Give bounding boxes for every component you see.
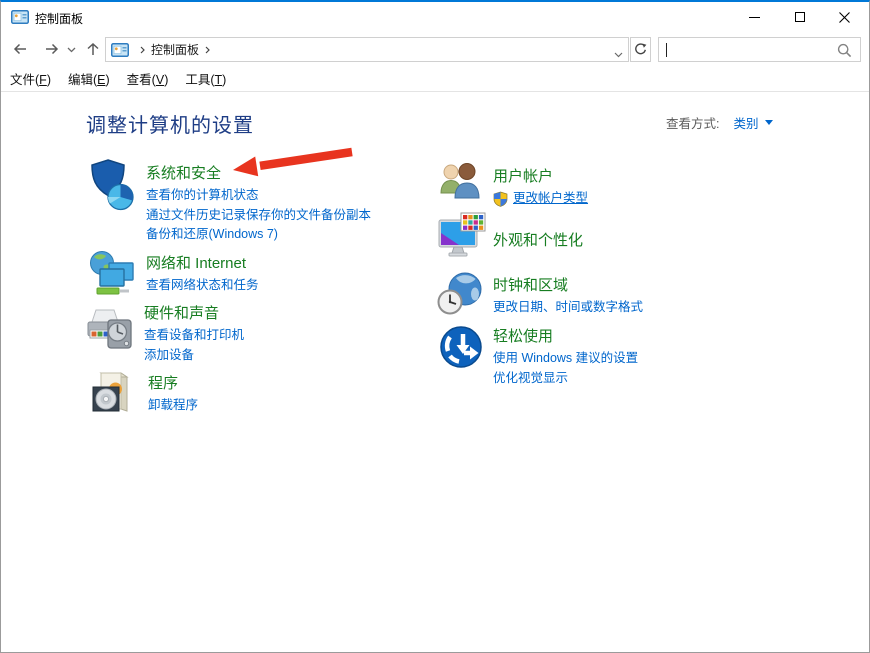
search-input[interactable] xyxy=(667,38,834,61)
address-dropdown-icon[interactable] xyxy=(614,47,623,61)
category-title-link[interactable]: 外观和个性化 xyxy=(493,229,583,250)
category-title-link[interactable]: 时钟和区域 xyxy=(493,274,643,295)
control-panel-icon xyxy=(111,43,129,57)
breadcrumb-chevron-icon[interactable] xyxy=(140,46,145,54)
category-clock-and-region: 时钟和区域 更改日期、时间或数字格式 xyxy=(437,270,643,323)
up-icon[interactable] xyxy=(85,42,101,57)
uac-shield-icon xyxy=(493,191,508,207)
window-title: 控制面板 xyxy=(35,10,83,27)
category-ease-of-access: 轻松使用 使用 Windows 建议的设置 优化视觉显示 xyxy=(437,323,638,388)
menu-label-part: ) xyxy=(164,73,168,87)
control-panel-home: 调整计算机的设置 查看方式: 类别 系统和安全 查看你的计算机状态 通过文件历史… xyxy=(1,92,869,652)
ease-of-access-icon[interactable] xyxy=(437,323,483,388)
task-link[interactable]: 通过文件历史记录保存你的文件备份副本 xyxy=(146,206,371,226)
minimize-icon xyxy=(749,17,760,18)
search-icon[interactable] xyxy=(837,43,852,58)
menu-tools[interactable]: 工具(T) xyxy=(185,69,226,88)
menu-file[interactable]: 文件(F) xyxy=(10,69,51,88)
close-icon xyxy=(839,12,850,23)
close-button[interactable] xyxy=(822,2,867,32)
menu-edit[interactable]: 编辑(E) xyxy=(68,69,110,88)
task-link[interactable]: 卸载程序 xyxy=(148,396,198,416)
control-panel-window: 控制面板 xyxy=(0,0,870,653)
category-programs: 程序 卸载程序 xyxy=(89,369,198,424)
category-title-link[interactable]: 程序 xyxy=(148,372,198,393)
address-bar[interactable]: 控制面板 xyxy=(105,37,629,62)
category-appearance-and-personalization: 外观和个性化 xyxy=(437,212,583,269)
menu-accelerator: F xyxy=(39,73,47,87)
control-panel-icon xyxy=(11,10,29,24)
view-by-control: 查看方式: 类别 xyxy=(666,113,773,132)
breadcrumb-chevron-icon[interactable] xyxy=(205,46,210,54)
task-link[interactable]: 备份和还原(Windows 7) xyxy=(146,225,371,245)
printer-speaker-icon[interactable] xyxy=(85,304,135,365)
forward-icon[interactable] xyxy=(44,42,60,56)
back-icon[interactable] xyxy=(12,42,28,56)
menu-label-part: 文件( xyxy=(10,73,39,87)
task-link[interactable]: 使用 Windows 建议的设置 xyxy=(493,349,638,369)
maximize-button[interactable] xyxy=(777,2,822,32)
page-title: 调整计算机的设置 xyxy=(86,109,254,138)
task-link[interactable]: 更改日期、时间或数字格式 xyxy=(493,298,643,318)
minimize-button[interactable] xyxy=(732,2,777,32)
task-link[interactable]: 查看网络状态和任务 xyxy=(146,276,259,296)
category-title-link[interactable]: 用户帐户 xyxy=(493,165,588,186)
search-box[interactable] xyxy=(658,37,861,62)
category-title-link[interactable]: 系统和安全 xyxy=(146,162,371,183)
recent-pages-icon[interactable] xyxy=(67,47,76,53)
menu-label-part: 工具( xyxy=(185,73,214,87)
network-globe-monitors-icon[interactable] xyxy=(87,250,137,307)
category-hardware-and-sound: 硬件和声音 查看设备和打印机 添加设备 xyxy=(85,304,244,365)
menu-accelerator: V xyxy=(156,73,164,87)
task-link[interactable]: 优化视觉显示 xyxy=(493,369,638,389)
breadcrumb-control-panel[interactable]: 控制面板 xyxy=(151,41,199,58)
category-system-and-security: 系统和安全 查看你的计算机状态 通过文件历史记录保存你的文件备份副本 备份和还原… xyxy=(87,157,371,245)
refresh-icon xyxy=(634,43,647,56)
view-by-value: 类别 xyxy=(733,113,758,132)
task-link[interactable]: 查看你的计算机状态 xyxy=(146,186,371,206)
task-link[interactable]: 更改帐户类型 xyxy=(513,189,588,209)
category-title-link[interactable]: 轻松使用 xyxy=(493,325,638,346)
menu-bar: 文件(F) 编辑(E) 查看(V) 工具(T) xyxy=(1,66,869,92)
category-title-link[interactable]: 硬件和声音 xyxy=(144,302,244,323)
globe-clock-icon[interactable] xyxy=(437,270,483,323)
category-user-accounts: 用户帐户 更改帐户类型 xyxy=(437,160,588,211)
two-users-icon[interactable] xyxy=(437,160,483,211)
chevron-down-icon xyxy=(765,120,773,125)
software-box-cd-icon[interactable] xyxy=(89,369,139,424)
view-by-label: 查看方式: xyxy=(666,113,719,132)
category-network-and-internet: 网络和 Internet 查看网络状态和任务 xyxy=(87,250,259,307)
task-link[interactable]: 添加设备 xyxy=(144,346,244,366)
maximize-icon xyxy=(795,12,805,22)
menu-accelerator: E xyxy=(97,73,105,87)
title-bar: 控制面板 xyxy=(1,2,869,32)
task-link[interactable]: 查看设备和打印机 xyxy=(144,326,244,346)
menu-label-part: ) xyxy=(106,73,110,87)
category-title-link[interactable]: 网络和 Internet xyxy=(146,252,259,273)
menu-label-part: ) xyxy=(47,73,51,87)
refresh-button[interactable] xyxy=(630,37,651,62)
monitor-palette-icon[interactable] xyxy=(437,212,483,269)
menu-label-part: ) xyxy=(222,73,226,87)
navigation-toolbar: 控制面板 xyxy=(1,32,869,66)
security-shield-icon[interactable] xyxy=(87,157,137,245)
menu-label-part: 编辑( xyxy=(68,73,97,87)
menu-view[interactable]: 查看(V) xyxy=(127,69,169,88)
view-by-dropdown[interactable]: 类别 xyxy=(733,113,772,132)
menu-label-part: 查看( xyxy=(127,73,156,87)
